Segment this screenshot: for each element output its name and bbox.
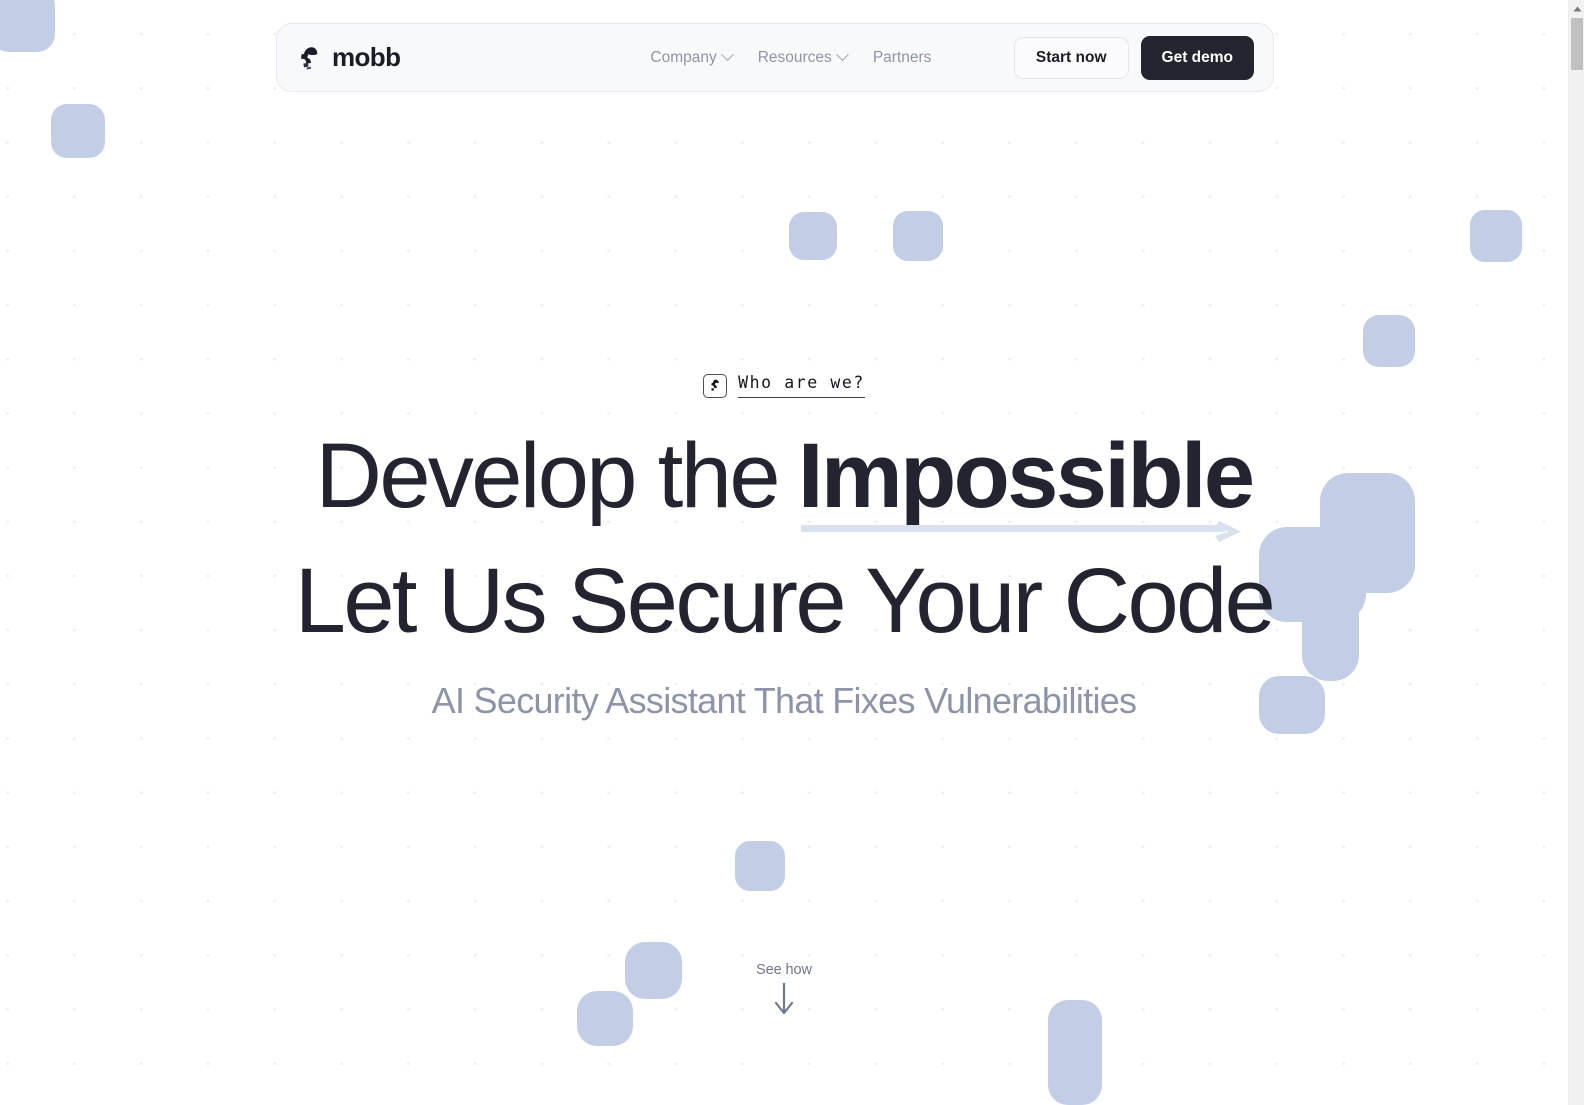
nav-item-company-label: Company bbox=[650, 48, 717, 66]
blob-mid-center bbox=[735, 841, 785, 891]
chevron-down-icon bbox=[835, 48, 849, 62]
brand-logo-link[interactable]: mobb bbox=[298, 42, 401, 73]
browser-viewport: Who are we? Develop the Impossible Let Us… bbox=[0, 0, 1568, 1105]
scroll-up-arrow-icon[interactable] bbox=[1569, 0, 1584, 17]
eyebrow-label: Who are we? bbox=[738, 373, 865, 398]
chevron-down-icon bbox=[720, 48, 734, 62]
nav-item-partners-label: Partners bbox=[872, 48, 932, 66]
nav-item-partners[interactable]: Partners bbox=[873, 49, 932, 67]
mobb-hat-logo-icon bbox=[300, 46, 318, 69]
page-title-line-2: Let Us Secure Your Code bbox=[294, 550, 1276, 652]
blob-right-upper bbox=[1363, 315, 1415, 367]
eyebrow-badge: Who are we? bbox=[0, 373, 1568, 398]
brand-name: mobb bbox=[332, 42, 401, 72]
blob-right-edge bbox=[1470, 210, 1522, 262]
blob-top-left bbox=[0, 0, 55, 52]
get-demo-button[interactable]: Get demo bbox=[1140, 35, 1254, 80]
vertical-scrollbar[interactable] bbox=[1568, 0, 1584, 1105]
top-navigation-bar: mobb Company Resources Partners Start no… bbox=[276, 23, 1274, 92]
nav-item-resources-label: Resources bbox=[757, 48, 832, 66]
headline-light-part: Develop the bbox=[315, 425, 781, 527]
blob-center-top-b bbox=[893, 211, 943, 261]
page-root: Who are we? Develop the Impossible Let Us… bbox=[0, 0, 1584, 1105]
see-how-label: See how bbox=[756, 962, 812, 978]
primary-nav: Company Resources Partners bbox=[650, 48, 932, 67]
blob-center-top-a bbox=[789, 212, 837, 260]
arrow-down-icon bbox=[774, 983, 794, 1015]
mobb-badge-icon bbox=[703, 373, 728, 398]
hero-subtitle: AI Security Assistant That Fixes Vulnera… bbox=[431, 680, 1137, 721]
blob-upper-left bbox=[51, 104, 105, 158]
headline-bold-part: Impossible bbox=[797, 425, 1255, 527]
nav-item-company[interactable]: Company bbox=[650, 48, 734, 67]
scrollbar-thumb[interactable] bbox=[1571, 18, 1583, 70]
nav-item-resources[interactable]: Resources bbox=[757, 48, 849, 67]
nav-actions: Start now Get demo bbox=[1013, 35, 1254, 80]
start-now-button[interactable]: Start now bbox=[1013, 36, 1129, 79]
see-how-scroll-cue[interactable]: See how bbox=[0, 962, 1568, 1016]
page-title: Develop the Impossible bbox=[0, 428, 1568, 524]
